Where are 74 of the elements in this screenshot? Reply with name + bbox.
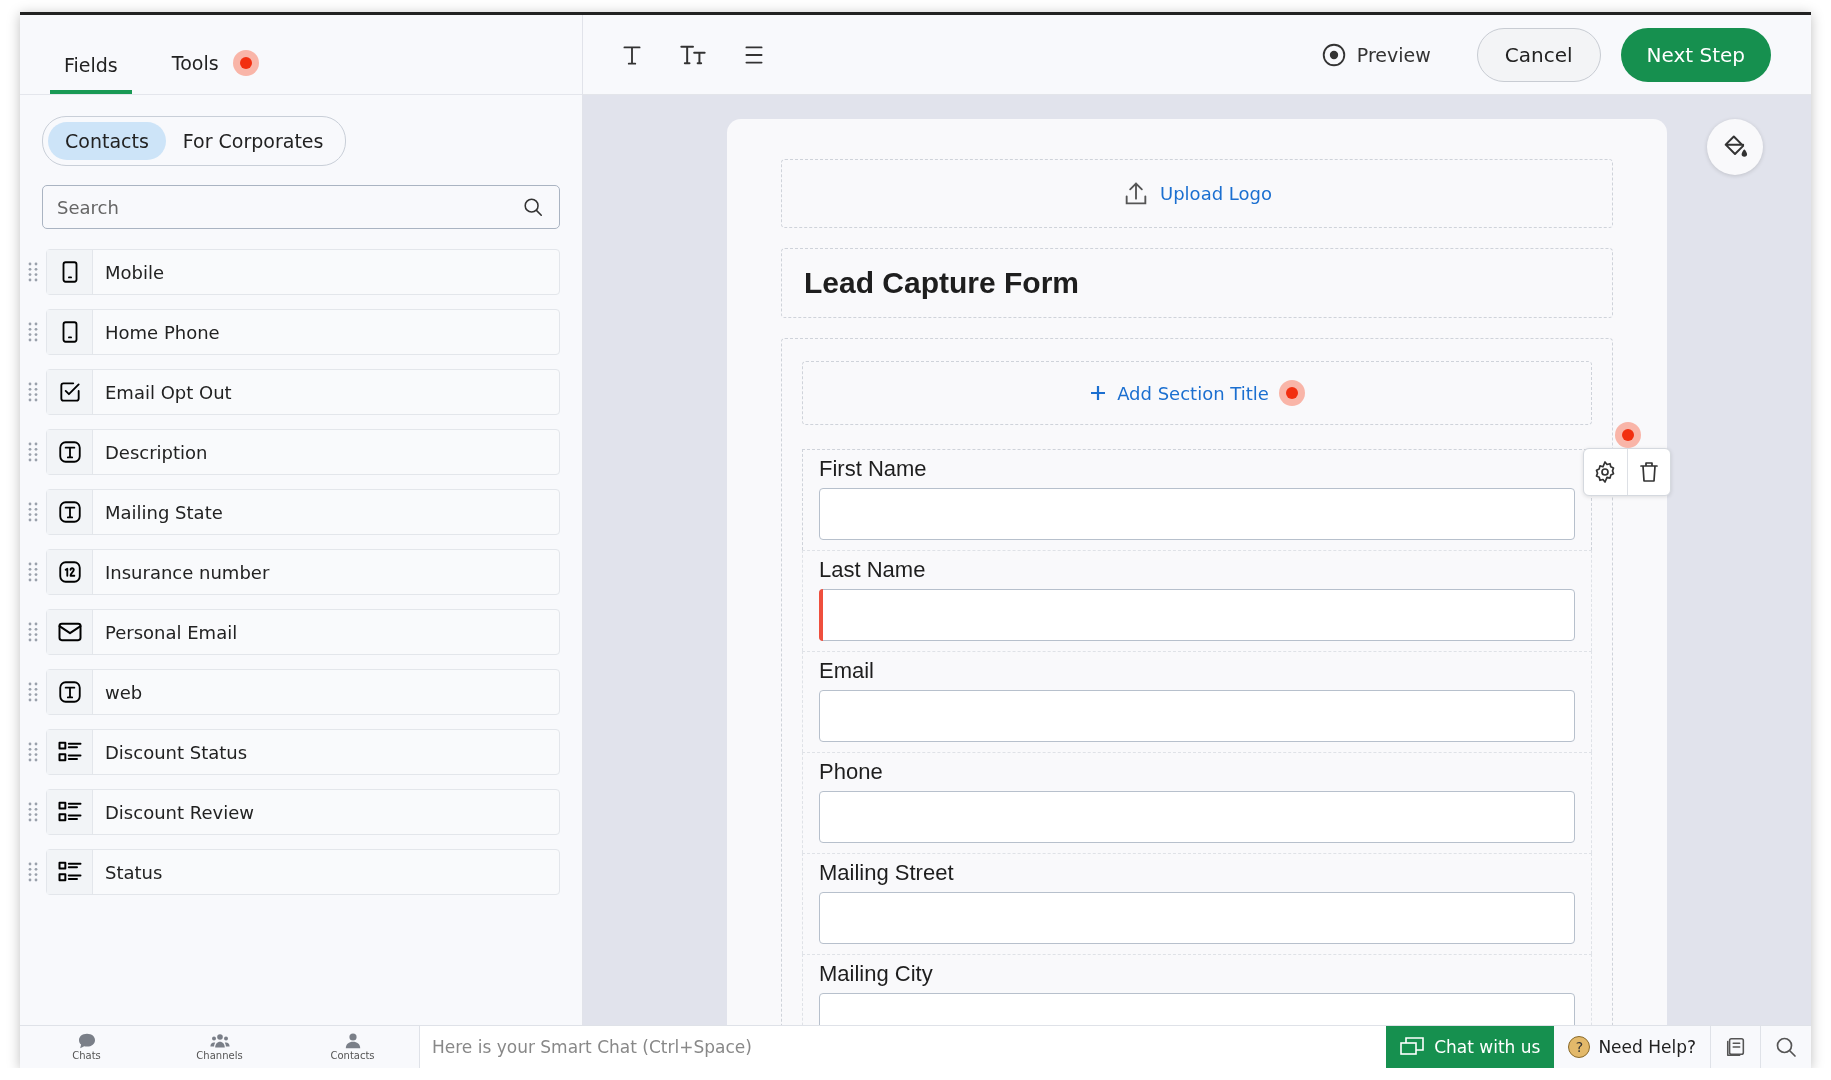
- field-name: web: [104, 681, 143, 703]
- segment-button[interactable]: Contacts: [48, 122, 166, 160]
- drag-handle-icon[interactable]: [28, 742, 38, 762]
- field-label: Mailing Street: [819, 860, 955, 886]
- text-input[interactable]: [819, 488, 1575, 540]
- text-icon: [56, 679, 83, 705]
- field-list-item[interactable]: Discount Review: [46, 789, 560, 835]
- field-list-item[interactable]: Discount Status: [46, 729, 560, 775]
- need-help-button[interactable]: ? Need Help?: [1554, 1026, 1711, 1068]
- drag-handle-icon[interactable]: [28, 562, 38, 582]
- field-label: Mailing City: [819, 961, 934, 987]
- chat-bubble-icon: [76, 1033, 97, 1049]
- upload-logo-link[interactable]: Upload Logo: [1122, 179, 1272, 208]
- next-step-button[interactable]: Next Step: [1620, 27, 1771, 82]
- field-label: Last Name: [819, 557, 927, 583]
- eye-icon: [1320, 41, 1347, 68]
- drag-handle-icon[interactable]: [28, 442, 38, 462]
- text-input[interactable]: [819, 892, 1575, 944]
- notes-icon: [1724, 1036, 1747, 1058]
- drag-handle-icon[interactable]: [28, 502, 38, 522]
- search-icon: [522, 196, 544, 218]
- field-name: Email Opt Out: [104, 381, 232, 403]
- field-name: Status: [104, 861, 163, 883]
- sidebar-tab[interactable]: Fields: [50, 54, 132, 94]
- plus-icon: [1089, 384, 1108, 402]
- segment-button[interactable]: For Corporates: [165, 122, 341, 160]
- form-title: Lead Capture Form: [804, 266, 1080, 300]
- sidebar-tab[interactable]: Tools: [157, 50, 273, 94]
- drag-handle-icon[interactable]: [28, 622, 38, 642]
- people-icon: [209, 1033, 230, 1049]
- bottom-nav-item[interactable]: Chats: [20, 1026, 153, 1068]
- field-label: First Name: [819, 456, 928, 482]
- drag-handle-icon[interactable]: [28, 682, 38, 702]
- field-list-item[interactable]: Mailing State: [46, 489, 560, 535]
- smart-chat-field[interactable]: Here is your Smart Chat (Ctrl+Space): [419, 1026, 1387, 1068]
- field-list-item[interactable]: Personal Email: [46, 609, 560, 655]
- bottom-nav-item[interactable]: Contacts: [286, 1026, 419, 1068]
- drag-handle-icon[interactable]: [28, 262, 38, 282]
- drag-handle-icon[interactable]: [28, 802, 38, 822]
- field-name: Personal Email: [104, 621, 238, 643]
- field-list-item[interactable]: Mobile: [46, 249, 560, 295]
- field-list-item[interactable]: Home Phone: [46, 309, 560, 355]
- field-label: Phone: [819, 759, 884, 785]
- bottom-nav-item[interactable]: Channels: [153, 1026, 286, 1068]
- field-name: Mobile: [104, 261, 165, 283]
- drag-handle-icon[interactable]: [28, 382, 38, 402]
- text-input[interactable]: [819, 791, 1575, 843]
- drag-handle-icon[interactable]: [28, 862, 38, 882]
- theme-button[interactable]: [1707, 119, 1763, 175]
- field-name: Home Phone: [104, 321, 220, 343]
- field-list-item[interactable]: Description: [46, 429, 560, 475]
- drag-handle-icon[interactable]: [28, 322, 38, 342]
- cancel-button[interactable]: Cancel: [1476, 27, 1601, 82]
- chat-with-us-button[interactable]: Chat with us: [1386, 1026, 1555, 1068]
- field-name: Discount Status: [104, 741, 248, 763]
- number-icon: [56, 559, 83, 585]
- field-name: Mailing State: [104, 501, 223, 523]
- field-name: Discount Review: [104, 801, 254, 823]
- chat-window-icon: [1400, 1036, 1425, 1058]
- text-icon: [56, 499, 83, 525]
- help-icon: ?: [1568, 1036, 1591, 1058]
- text-icon: [56, 439, 83, 465]
- field-list-item[interactable]: Status: [46, 849, 560, 895]
- search-field[interactable]: Search: [42, 185, 560, 229]
- preview-button[interactable]: Preview: [1314, 40, 1437, 69]
- field-label: Email: [819, 658, 875, 684]
- field-name: Insurance number: [104, 561, 270, 583]
- field-list-item[interactable]: Insurance number: [46, 549, 560, 595]
- field-list-item[interactable]: Email Opt Out: [46, 369, 560, 415]
- field-list-item[interactable]: web: [46, 669, 560, 715]
- add-section-title-link[interactable]: Add Section Title: [1089, 380, 1305, 406]
- search-icon: [1774, 1035, 1798, 1059]
- text-input[interactable]: [819, 690, 1575, 742]
- field-name: Description: [104, 441, 208, 463]
